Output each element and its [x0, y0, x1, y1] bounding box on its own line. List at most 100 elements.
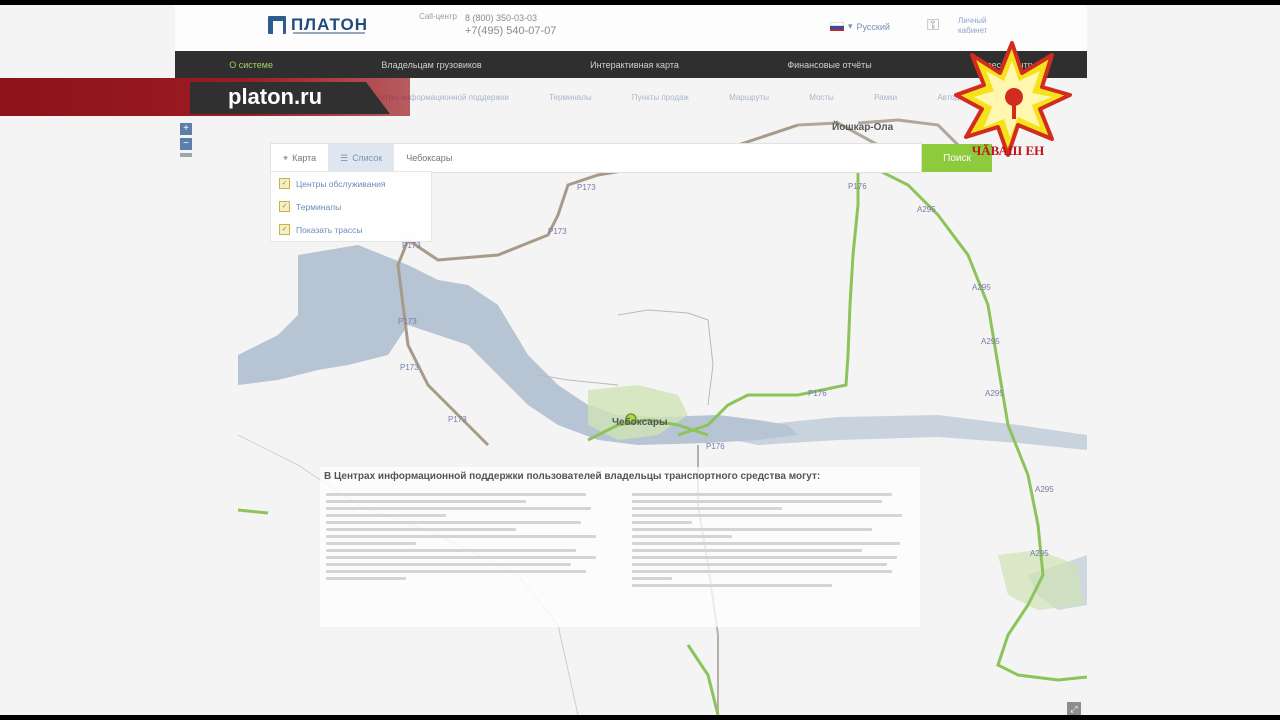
text-line — [632, 514, 902, 517]
text-line — [632, 584, 832, 587]
map-pin-icon: ⌖ — [283, 152, 289, 163]
text-line — [632, 563, 887, 566]
main-nav: О системе Владельцам грузовиков Интеракт… — [175, 51, 1087, 78]
language-label: Русский — [856, 21, 890, 32]
list-icon: ☰ — [340, 152, 349, 163]
road-label: Р176 — [808, 389, 827, 398]
text-line — [326, 528, 516, 531]
road-west-green[interactable] — [238, 508, 269, 515]
checkbox-icon[interactable]: ✓ — [279, 224, 290, 235]
text-line — [326, 507, 591, 510]
tab-list[interactable]: ☰ Список — [328, 144, 395, 172]
phones: 8 (800) 350-03-03 +7(495) 540-07-07 — [465, 12, 556, 38]
fullscreen-icon[interactable]: ⤢ — [1067, 702, 1081, 715]
text-line — [632, 507, 782, 510]
road-label: А295 — [972, 283, 991, 292]
subnav-item[interactable]: Пункты продаж — [632, 93, 689, 102]
zoom-out-button[interactable]: − — [180, 138, 192, 150]
map-layers-panel: ✓ Центры обслуживания ✓ Терминалы ✓ Пока… — [270, 171, 432, 242]
layer-service-centers[interactable]: ✓ Центры обслуживания — [271, 172, 431, 195]
info-title: В Центрах информационной поддержки польз… — [324, 471, 821, 482]
layer-label: Терминалы — [296, 201, 342, 212]
road-label: А295 — [1030, 549, 1049, 558]
map-search-bar: ⌖ Карта ☰ Список — [270, 143, 922, 173]
nav-item-finance[interactable]: Финансовые отчёты — [787, 60, 871, 70]
info-panel: В Центрах информационной поддержки польз… — [320, 467, 920, 627]
text-line — [326, 542, 416, 545]
text-line — [632, 528, 872, 531]
zoom-slider[interactable] — [180, 153, 192, 157]
text-line — [632, 500, 882, 503]
text-line — [326, 535, 596, 538]
text-line — [326, 549, 576, 552]
site-page: ПЛАТОН Call-центр 8 (800) 350-03-03 +7(4… — [175, 5, 1087, 80]
channel-name: ЧĂВАШ ЕН — [971, 143, 1045, 158]
info-column-right — [632, 493, 912, 591]
tab-map-label: Карта — [292, 153, 317, 163]
russian-flag-icon — [830, 22, 844, 31]
map-search-input[interactable] — [404, 152, 809, 164]
contacts-label: Call-центр — [419, 12, 457, 21]
road-south-green[interactable] — [686, 644, 720, 715]
road-label: Р176 — [848, 182, 867, 191]
checkbox-icon[interactable]: ✓ — [279, 178, 290, 189]
subnav-item[interactable]: Маршруты — [729, 93, 769, 102]
site-url-banner: platon.ru — [0, 78, 420, 116]
site-url-text: platon.ru — [228, 84, 323, 109]
chevron-down-icon: ▾ — [848, 21, 853, 31]
road-label: А295 — [1035, 485, 1054, 494]
road-label: Р173 — [400, 363, 419, 372]
road-label: Р173 — [402, 241, 421, 250]
tab-list-label: Список — [352, 153, 383, 163]
road-label: Р173 — [398, 317, 417, 326]
text-line — [326, 570, 586, 573]
info-column-left — [326, 493, 606, 584]
checkbox-icon[interactable]: ✓ — [279, 201, 290, 212]
phone-2[interactable]: +7(495) 540-07-07 — [465, 25, 556, 38]
layer-show-routes[interactable]: ✓ Показать трассы — [271, 218, 431, 241]
zoom-in-button[interactable]: + — [180, 123, 192, 135]
road-label: А295 — [985, 389, 1004, 398]
city-label-yoshkar-ola: Йошкар-Ола — [832, 122, 894, 133]
subnav-item[interactable]: Терминалы — [549, 93, 592, 102]
text-line — [632, 577, 672, 580]
city-label-cheboksary: Чебоксары — [612, 417, 668, 428]
key-icon[interactable]: ⚿ — [927, 17, 939, 35]
logo-tagline — [293, 32, 365, 34]
nav-item-map[interactable]: Интерактивная карта — [590, 60, 679, 70]
layer-terminals[interactable]: ✓ Терминалы — [271, 195, 431, 218]
river-east — [708, 415, 1087, 450]
road-label: А295 — [981, 337, 1000, 346]
phone-1[interactable]: 8 (800) 350-03-03 — [465, 12, 556, 25]
site-header: ПЛАТОН Call-центр 8 (800) 350-03-03 +7(4… — [175, 5, 1087, 51]
road-label: Р176 — [706, 442, 725, 451]
microphone-icon — [1005, 88, 1023, 106]
subnav-item[interactable]: Рамки — [874, 93, 897, 102]
layer-label: Центры обслуживания — [296, 178, 386, 189]
text-line — [632, 542, 900, 545]
tab-map[interactable]: ⌖ Карта — [271, 144, 328, 172]
text-line — [632, 556, 897, 559]
video-frame: Йошкар-Ола Чебоксары Р173 Р173 Р173 Р173… — [0, 5, 1280, 715]
road-label: Р173 — [548, 227, 567, 236]
text-line — [632, 535, 732, 538]
text-line — [326, 556, 596, 559]
road-label: Р173 — [448, 415, 467, 424]
road-label: А295 — [917, 205, 936, 214]
road-label: Р173 — [577, 183, 596, 192]
text-line — [326, 500, 526, 503]
nav-item-owners[interactable]: Владельцам грузовиков — [381, 60, 481, 70]
sub-nav: Центры информационной поддержки Терминал… — [370, 93, 980, 102]
login-link[interactable]: Личный кабинет — [958, 16, 1000, 36]
logo-mark-icon — [268, 16, 286, 34]
subnav-item[interactable]: Мосты — [809, 93, 834, 102]
text-line — [326, 563, 571, 566]
text-line — [326, 577, 406, 580]
nav-item-about[interactable]: О системе — [229, 60, 273, 70]
language-select[interactable]: ▾ Русский — [830, 21, 890, 32]
text-line — [326, 514, 446, 517]
text-line — [632, 521, 692, 524]
road-r176[interactable] — [677, 165, 860, 437]
text-line — [326, 521, 581, 524]
zoom-controls: + − — [180, 123, 194, 167]
